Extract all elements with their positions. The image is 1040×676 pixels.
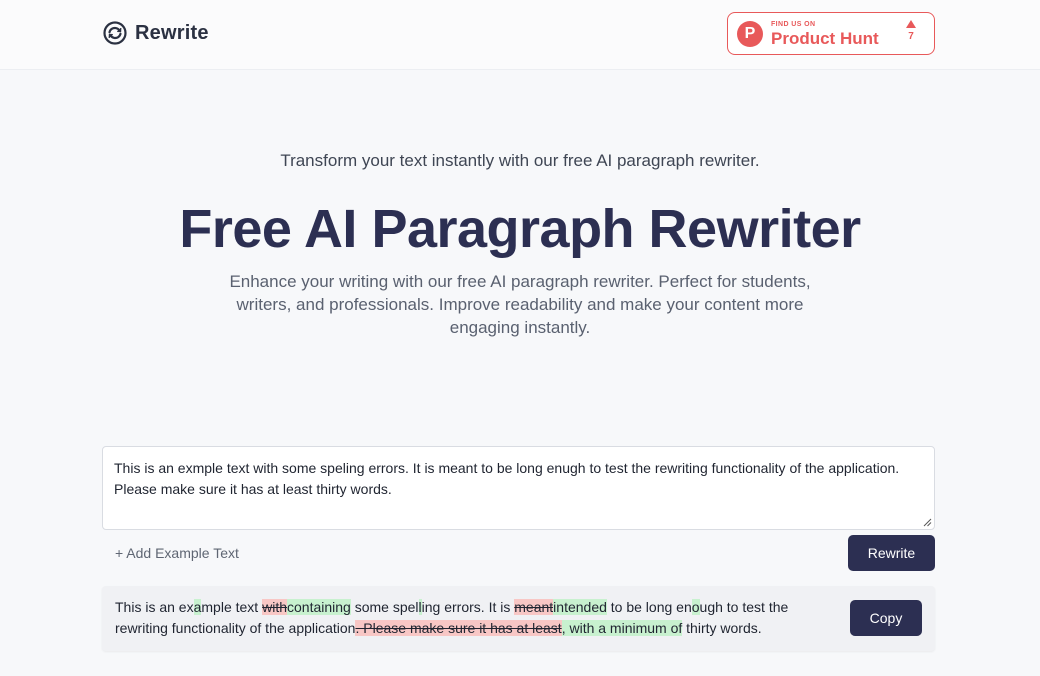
diff-deleted: . Please make sure it has at least [355,620,562,636]
refresh-arrows-icon [103,21,127,45]
diff-unchanged: mple text [201,599,263,615]
logo[interactable]: Rewrite [103,21,209,45]
logo-text: Rewrite [135,21,209,44]
copy-button[interactable]: Copy [850,600,922,636]
add-example-text-link[interactable]: + Add Example Text [115,545,239,561]
upvote-count: 7 [908,31,914,42]
rewrite-button[interactable]: Rewrite [848,535,935,571]
badge-caption: FIND US ON [771,20,816,28]
diff-unchanged: This is an ex [115,599,194,615]
diff-unchanged: thirty words. [682,620,762,636]
upvote-counter: 7 [906,20,916,43]
product-hunt-logo: P [737,20,763,47]
rewritten-text: This is an example text withcontaining s… [115,597,815,639]
diff-unchanged: some spel [350,599,419,615]
page-title: Free AI Paragraph Rewriter [179,199,861,259]
text-input-value: This is an exmple text with some speling… [114,460,900,497]
diff-deleted: meant [514,599,554,615]
result-panel: This is an example text withcontaining s… [102,586,935,651]
resize-grip-icon[interactable] [923,518,932,527]
product-hunt-text: FIND US ON Product Hunt [771,21,879,47]
hero-description: Enhance your writing with our free AI pa… [229,272,811,337]
diff-inserted: , with a minimum of [561,620,683,636]
product-hunt-badge[interactable]: P FIND US ON Product Hunt 7 [727,12,935,55]
triangle-up-icon [906,20,916,28]
hero-subtitle: Transform your text instantly with our f… [280,151,760,170]
diff-inserted: containing [287,599,351,615]
diff-inserted: intended [553,599,607,615]
diff-unchanged: to be long en [606,599,692,615]
site-header: Rewrite P FIND US ON Product Hunt 7 [0,0,1040,70]
diff-deleted: with [262,599,287,615]
diff-unchanged: ing errors. It is [421,599,515,615]
badge-title: Product Hunt [771,28,879,48]
diff-inserted: o [691,599,700,615]
text-input[interactable]: This is an exmple text with some speling… [102,446,935,530]
